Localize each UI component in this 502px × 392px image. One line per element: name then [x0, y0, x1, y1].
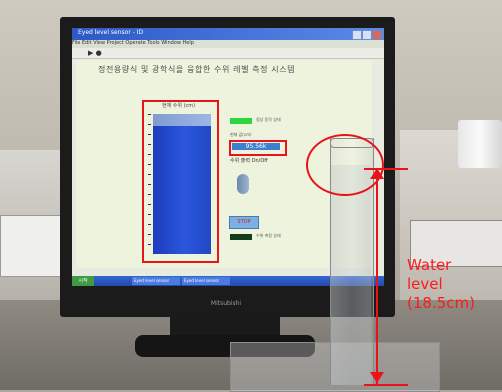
right-beaker	[458, 120, 502, 168]
toggle-switch[interactable]	[237, 174, 249, 194]
level-vertical-line	[376, 170, 378, 384]
water-level-annotation: Water level (18.5cm)	[407, 256, 475, 313]
tank-scale	[148, 114, 151, 245]
left-equipment	[0, 215, 64, 277]
close-icon[interactable]	[372, 30, 382, 40]
cylinder-water	[331, 165, 371, 385]
maximize-icon[interactable]	[362, 30, 372, 40]
monitor-stand	[170, 317, 280, 337]
value-label: 현재 값(cm)	[230, 132, 252, 137]
taskbar-item-1[interactable]: Eyed level sensor	[132, 277, 180, 285]
switch-label: 수위 출력 On/Off	[230, 158, 268, 164]
annotation-line-1: Water	[407, 256, 452, 274]
level-bottom-line	[364, 384, 408, 386]
status-indicator-2-label: 수위 측정 상태	[256, 233, 281, 238]
run-arrow-icon[interactable]: ▶ ●	[88, 49, 102, 57]
menu-bar[interactable]: File Edit View Project Operate Tools Win…	[72, 40, 384, 48]
sensor-ellipse-marker	[306, 134, 384, 196]
stop-button[interactable]: STOP	[229, 216, 259, 229]
tank-label: 현재 수위 (cm)	[162, 103, 196, 109]
tank-empty-top	[153, 114, 211, 126]
minimize-icon[interactable]	[352, 30, 362, 40]
value-reading: 95.56k	[232, 143, 280, 150]
status-indicator-1-label: 정상 동작 상태	[256, 117, 281, 122]
window-title: Eyed level sensor - ID	[78, 29, 144, 36]
status-indicator-1	[230, 118, 252, 124]
toolbar	[72, 48, 384, 59]
start-button[interactable]: 시작	[72, 276, 94, 286]
annotation-line-2: level	[407, 275, 443, 293]
annotation-line-3: (18.5cm)	[407, 294, 475, 312]
monitor-brand: Mitsubishi	[210, 300, 242, 307]
tank-water-fill	[153, 114, 211, 254]
arrow-down-icon	[370, 372, 384, 383]
arrow-up-icon	[370, 168, 384, 179]
status-indicator-2	[230, 234, 252, 240]
page-title: 정전용량식 및 광학식을 융합한 수위 레벨 측정 시스템	[98, 65, 296, 74]
taskbar-item-2[interactable]: Eyed level sensor	[182, 277, 230, 285]
